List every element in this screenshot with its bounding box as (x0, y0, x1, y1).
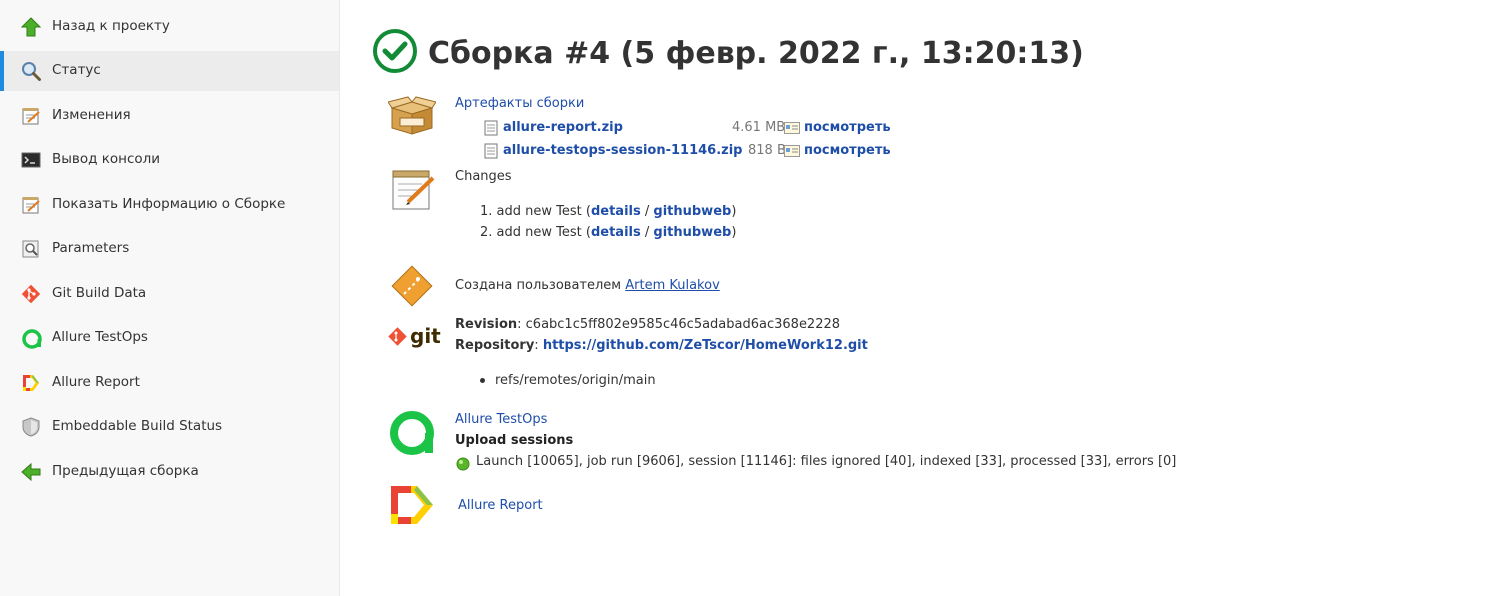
sidebar-item-status[interactable]: Статус (0, 51, 339, 91)
terminal-icon (21, 150, 41, 170)
allure-testops-link[interactable]: Allure TestOps (455, 412, 547, 427)
sidebar-item-label: Git Build Data (52, 285, 147, 301)
main-content: Сборка #4 (5 февр. 2022 г., 13:20:13) Ар… (340, 0, 1497, 596)
changes-heading: Changes (455, 169, 512, 184)
revision-row: Revision: c6abc1c5ff802e9585c46c5adabad6… (455, 317, 840, 332)
allure-testops-icon (21, 328, 42, 349)
sidebar-item-changes[interactable]: Изменения (0, 96, 339, 136)
allure-report-link[interactable]: Allure Report (458, 498, 543, 513)
sidebar-item-label: Назад к проекту (52, 18, 170, 34)
notepad-icon (21, 195, 41, 215)
change-text: add new Test ( (496, 225, 591, 240)
sidebar-item-label: Показать Информацию о Сборке (52, 196, 286, 212)
githubweb-link[interactable]: githubweb (653, 204, 731, 219)
git-logo-text: git (410, 324, 441, 348)
change-text: add new Test ( (496, 204, 591, 219)
separator: / (640, 204, 654, 219)
sidebar-item-back-to-project[interactable]: Назад к проекту (0, 7, 339, 47)
file-icon (484, 120, 498, 140)
view-artifact-link[interactable]: посмотреть (804, 120, 891, 135)
sidebar-item-label: Предыдущая сборка (52, 463, 199, 479)
sidebar-item-label: Parameters (52, 240, 130, 256)
details-link[interactable]: details (591, 225, 641, 240)
change-number: 1. (480, 204, 493, 219)
view-icon (784, 122, 800, 138)
magnifier-icon (21, 239, 41, 259)
sidebar-item-label: Allure Report (52, 374, 140, 390)
cause-text: Создана пользователем Artem Kulakov (455, 278, 720, 293)
sidebar-item-parameters[interactable]: Parameters (0, 229, 339, 269)
page-title: Сборка #4 (5 февр. 2022 г., 13:20:13) (428, 35, 1084, 71)
list-item: 2. add new Test (details / githubweb) (480, 225, 736, 240)
allure-testops-icon (387, 406, 439, 462)
user-link[interactable]: Artem Kulakov (625, 278, 720, 293)
allure-report-icon (389, 484, 435, 530)
sidebar-item-console-output[interactable]: Вывод консоли (0, 140, 339, 180)
sidebar-item-label: Статус (52, 62, 101, 78)
success-check-icon (372, 28, 418, 78)
details-link[interactable]: details (591, 204, 641, 219)
sidebar: Назад к проекту Статус Изменения Вывод к… (0, 0, 340, 596)
shield-icon (21, 417, 41, 437)
revision-value: : c6abc1c5ff802e9585c46c5adabad6ac368e22… (517, 317, 841, 332)
artifacts-link[interactable]: Артефакты сборки (455, 96, 584, 111)
list-item: 1. add new Test (details / githubweb) (480, 204, 736, 219)
notepad-icon (21, 106, 41, 126)
artifact-file-link[interactable]: allure-report.zip (503, 120, 623, 135)
sidebar-item-label: Изменения (52, 107, 131, 123)
separator: / (640, 225, 654, 240)
bullet (480, 378, 485, 383)
sidebar-item-git-build-data[interactable]: Git Build Data (0, 274, 339, 314)
artifact-file-size: 4.61 MB (732, 120, 786, 135)
sidebar-item-allure-report[interactable]: Allure Report (0, 363, 339, 403)
sidebar-item-label: Вывод консоли (52, 151, 161, 167)
user-cause-icon (390, 264, 434, 312)
sidebar-item-label: Allure TestOps (52, 329, 148, 345)
revision-label: Revision (455, 317, 518, 332)
view-icon (784, 145, 800, 161)
repository-link[interactable]: https://github.com/ZeTscor/HomeWork12.gi… (543, 338, 868, 353)
githubweb-link[interactable]: githubweb (653, 225, 731, 240)
artifact-file-size: 818 B (748, 143, 786, 158)
page-title-row: Сборка #4 (5 февр. 2022 г., 13:20:13) (372, 29, 1084, 77)
close-paren: ) (731, 204, 737, 219)
cause-prefix: Создана пользователем (455, 278, 626, 293)
session-status-text: Launch [10065], job run [9606], session … (476, 454, 1177, 469)
sidebar-item-build-info[interactable]: Показать Информацию о Сборке (0, 185, 339, 225)
sidebar-item-allure-testops[interactable]: Allure TestOps (0, 318, 339, 358)
artifact-file-link[interactable]: allure-testops-session-11146.zip (503, 143, 742, 158)
left-arrow-icon (21, 462, 41, 482)
file-icon (484, 143, 498, 163)
close-paren: ) (731, 225, 737, 240)
repository-label: Repository (455, 338, 535, 353)
view-artifact-link[interactable]: посмотреть (804, 143, 891, 158)
git-icon (21, 284, 41, 304)
upload-sessions-heading: Upload sessions (455, 433, 574, 448)
repository-row: Repository: https://github.com/ZeTscor/H… (455, 338, 868, 353)
notepad-icon (390, 168, 436, 216)
package-icon (387, 96, 437, 140)
sidebar-item-embeddable-build-status[interactable]: Embeddable Build Status (0, 407, 339, 447)
up-arrow-icon (20, 17, 42, 37)
allure-report-icon (21, 373, 41, 393)
sidebar-item-previous-build[interactable]: Предыдущая сборка (0, 452, 339, 492)
sidebar-item-label: Embeddable Build Status (52, 418, 223, 434)
magnifier-icon (21, 61, 41, 81)
separator: : (534, 338, 543, 353)
status-dot-icon (456, 457, 470, 475)
branch-name: refs/remotes/origin/main (495, 373, 656, 388)
branch-item: refs/remotes/origin/main (480, 373, 656, 388)
change-number: 2. (480, 225, 493, 240)
